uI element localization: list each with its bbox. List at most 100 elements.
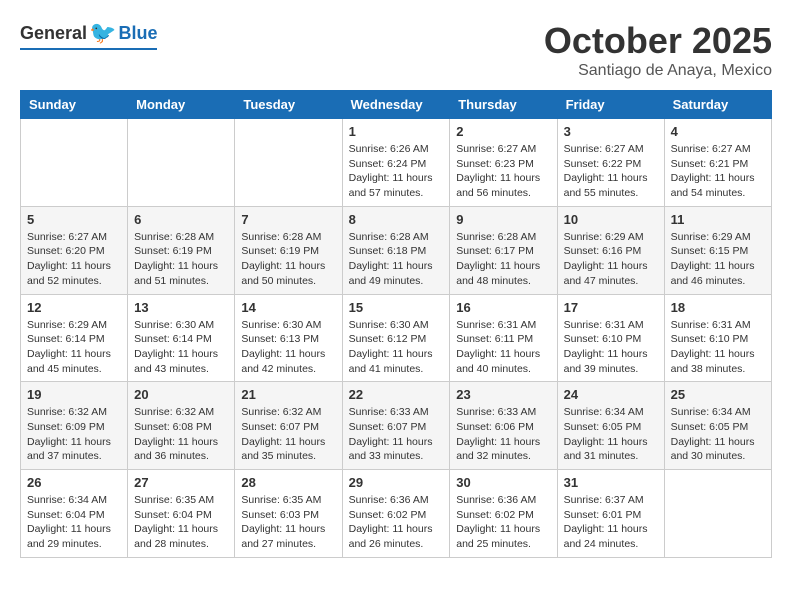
day-number: 24 xyxy=(564,387,658,402)
day-info: Sunrise: 6:28 AM Sunset: 6:19 PM Dayligh… xyxy=(134,230,228,289)
day-info: Sunrise: 6:28 AM Sunset: 6:17 PM Dayligh… xyxy=(456,230,550,289)
day-number: 30 xyxy=(456,475,550,490)
logo-bird-icon: 🐦 xyxy=(89,20,116,46)
day-info: Sunrise: 6:36 AM Sunset: 6:02 PM Dayligh… xyxy=(349,493,444,552)
calendar-table: SundayMondayTuesdayWednesdayThursdayFrid… xyxy=(20,90,772,558)
day-info: Sunrise: 6:35 AM Sunset: 6:03 PM Dayligh… xyxy=(241,493,335,552)
calendar-cell: 5 Sunrise: 6:27 AM Sunset: 6:20 PM Daylig… xyxy=(21,206,128,294)
day-info: Sunrise: 6:27 AM Sunset: 6:21 PM Dayligh… xyxy=(671,142,765,201)
column-header-tuesday: Tuesday xyxy=(235,91,342,119)
day-number: 8 xyxy=(349,212,444,227)
calendar-cell: 26Sunrise: 6:34 AM Sunset: 6:04 PM Dayli… xyxy=(21,470,128,558)
calendar-cell: 1Sunrise: 6:26 AM Sunset: 6:24 PM Daylig… xyxy=(342,119,450,207)
calendar-cell: 30 Sunrise: 6:36 AM Sunset: 6:02 PM Dayli… xyxy=(450,470,557,558)
logo: General 🐦 Blue xyxy=(20,20,157,50)
day-number: 9 xyxy=(456,212,550,227)
header: General 🐦 Blue October 2025 Santiago de … xyxy=(20,20,772,80)
day-number: 31 xyxy=(564,475,658,490)
column-header-saturday: Saturday xyxy=(664,91,771,119)
day-info: Sunrise: 6:31 AM Sunset: 6:10 PM Dayligh… xyxy=(671,318,765,377)
day-info: Sunrise: 6:35 AM Sunset: 6:04 PM Dayligh… xyxy=(134,493,228,552)
logo-general-text: General xyxy=(20,23,87,44)
day-number: 6 xyxy=(134,212,228,227)
day-info: Sunrise: 6:30 AM Sunset: 6:13 PM Dayligh… xyxy=(241,318,335,377)
calendar-cell: 29Sunrise: 6:36 AM Sunset: 6:02 PM Dayli… xyxy=(342,470,450,558)
day-number: 12 xyxy=(27,300,121,315)
column-header-wednesday: Wednesday xyxy=(342,91,450,119)
day-number: 20 xyxy=(134,387,228,402)
day-info: Sunrise: 6:37 AM Sunset: 6:01 PM Dayligh… xyxy=(564,493,658,552)
column-header-monday: Monday xyxy=(128,91,235,119)
day-number: 7 xyxy=(241,212,335,227)
day-info: Sunrise: 6:27 AM Sunset: 6:22 PM Dayligh… xyxy=(564,142,658,201)
calendar-cell: 2Sunrise: 6:27 AM Sunset: 6:23 PM Daylig… xyxy=(450,119,557,207)
day-number: 3 xyxy=(564,124,658,139)
calendar-cell: 14 Sunrise: 6:30 AM Sunset: 6:13 PM Dayli… xyxy=(235,294,342,382)
calendar-cell: 11Sunrise: 6:29 AM Sunset: 6:15 PM Dayli… xyxy=(664,206,771,294)
day-number: 15 xyxy=(349,300,444,315)
calendar-cell: 20 Sunrise: 6:32 AM Sunset: 6:08 PM Dayli… xyxy=(128,382,235,470)
calendar-cell: 21 Sunrise: 6:32 AM Sunset: 6:07 PM Dayli… xyxy=(235,382,342,470)
day-info: Sunrise: 6:28 AM Sunset: 6:18 PM Dayligh… xyxy=(349,230,444,289)
day-info: Sunrise: 6:27 AM Sunset: 6:23 PM Dayligh… xyxy=(456,142,550,201)
calendar-cell: 7Sunrise: 6:28 AM Sunset: 6:19 PM Daylig… xyxy=(235,206,342,294)
calendar-cell: 24Sunrise: 6:34 AM Sunset: 6:05 PM Dayli… xyxy=(557,382,664,470)
calendar-cell: 9 Sunrise: 6:28 AM Sunset: 6:17 PM Daylig… xyxy=(450,206,557,294)
day-number: 14 xyxy=(241,300,335,315)
day-info: Sunrise: 6:36 AM Sunset: 6:02 PM Dayligh… xyxy=(456,493,550,552)
logo-blue-text: Blue xyxy=(118,23,157,44)
month-title: October 2025 xyxy=(544,20,772,62)
day-number: 26 xyxy=(27,475,121,490)
column-header-sunday: Sunday xyxy=(21,91,128,119)
day-info: Sunrise: 6:32 AM Sunset: 6:07 PM Dayligh… xyxy=(241,405,335,464)
day-number: 22 xyxy=(349,387,444,402)
calendar-cell: 23Sunrise: 6:33 AM Sunset: 6:06 PM Dayli… xyxy=(450,382,557,470)
calendar-cell: 13Sunrise: 6:30 AM Sunset: 6:14 PM Dayli… xyxy=(128,294,235,382)
day-number: 16 xyxy=(456,300,550,315)
calendar-cell: 28Sunrise: 6:35 AM Sunset: 6:03 PM Dayli… xyxy=(235,470,342,558)
day-number: 5 xyxy=(27,212,121,227)
day-info: Sunrise: 6:33 AM Sunset: 6:07 PM Dayligh… xyxy=(349,405,444,464)
day-number: 13 xyxy=(134,300,228,315)
day-info: Sunrise: 6:27 AM Sunset: 6:20 PM Dayligh… xyxy=(27,230,121,289)
day-number: 17 xyxy=(564,300,658,315)
calendar-cell: 10 Sunrise: 6:29 AM Sunset: 6:16 PM Dayli… xyxy=(557,206,664,294)
calendar-cell: 25 Sunrise: 6:34 AM Sunset: 6:05 PM Dayli… xyxy=(664,382,771,470)
calendar-header-row: SundayMondayTuesdayWednesdayThursdayFrid… xyxy=(21,91,772,119)
day-number: 21 xyxy=(241,387,335,402)
logo-divider xyxy=(20,48,157,50)
day-info: Sunrise: 6:33 AM Sunset: 6:06 PM Dayligh… xyxy=(456,405,550,464)
calendar-week-row: 19 Sunrise: 6:32 AM Sunset: 6:09 PM Dayli… xyxy=(21,382,772,470)
day-number: 1 xyxy=(349,124,444,139)
location-subtitle: Santiago de Anaya, Mexico xyxy=(544,62,772,80)
calendar-cell: 8 Sunrise: 6:28 AM Sunset: 6:18 PM Daylig… xyxy=(342,206,450,294)
day-number: 19 xyxy=(27,387,121,402)
day-info: Sunrise: 6:32 AM Sunset: 6:09 PM Dayligh… xyxy=(27,405,121,464)
day-info: Sunrise: 6:34 AM Sunset: 6:05 PM Dayligh… xyxy=(671,405,765,464)
calendar-cell: 18 Sunrise: 6:31 AM Sunset: 6:10 PM Dayli… xyxy=(664,294,771,382)
day-info: Sunrise: 6:32 AM Sunset: 6:08 PM Dayligh… xyxy=(134,405,228,464)
calendar-cell: 19 Sunrise: 6:32 AM Sunset: 6:09 PM Dayli… xyxy=(21,382,128,470)
calendar-week-row: 5 Sunrise: 6:27 AM Sunset: 6:20 PM Daylig… xyxy=(21,206,772,294)
calendar-cell: 17 Sunrise: 6:31 AM Sunset: 6:10 PM Dayli… xyxy=(557,294,664,382)
column-header-thursday: Thursday xyxy=(450,91,557,119)
column-header-friday: Friday xyxy=(557,91,664,119)
day-number: 18 xyxy=(671,300,765,315)
day-number: 4 xyxy=(671,124,765,139)
calendar-cell: 6 Sunrise: 6:28 AM Sunset: 6:19 PM Daylig… xyxy=(128,206,235,294)
day-number: 10 xyxy=(564,212,658,227)
day-number: 11 xyxy=(671,212,765,227)
day-info: Sunrise: 6:30 AM Sunset: 6:12 PM Dayligh… xyxy=(349,318,444,377)
calendar-cell: 31 Sunrise: 6:37 AM Sunset: 6:01 PM Dayli… xyxy=(557,470,664,558)
calendar-cell: 15 Sunrise: 6:30 AM Sunset: 6:12 PM Dayli… xyxy=(342,294,450,382)
calendar-cell: 27Sunrise: 6:35 AM Sunset: 6:04 PM Dayli… xyxy=(128,470,235,558)
day-info: Sunrise: 6:31 AM Sunset: 6:10 PM Dayligh… xyxy=(564,318,658,377)
day-info: Sunrise: 6:31 AM Sunset: 6:11 PM Dayligh… xyxy=(456,318,550,377)
calendar-week-row: 26Sunrise: 6:34 AM Sunset: 6:04 PM Dayli… xyxy=(21,470,772,558)
day-info: Sunrise: 6:29 AM Sunset: 6:16 PM Dayligh… xyxy=(564,230,658,289)
calendar-cell: 3 Sunrise: 6:27 AM Sunset: 6:22 PM Daylig… xyxy=(557,119,664,207)
calendar-cell xyxy=(235,119,342,207)
calendar-cell: 16 Sunrise: 6:31 AM Sunset: 6:11 PM Dayli… xyxy=(450,294,557,382)
day-number: 25 xyxy=(671,387,765,402)
calendar-cell: 12Sunrise: 6:29 AM Sunset: 6:14 PM Dayli… xyxy=(21,294,128,382)
